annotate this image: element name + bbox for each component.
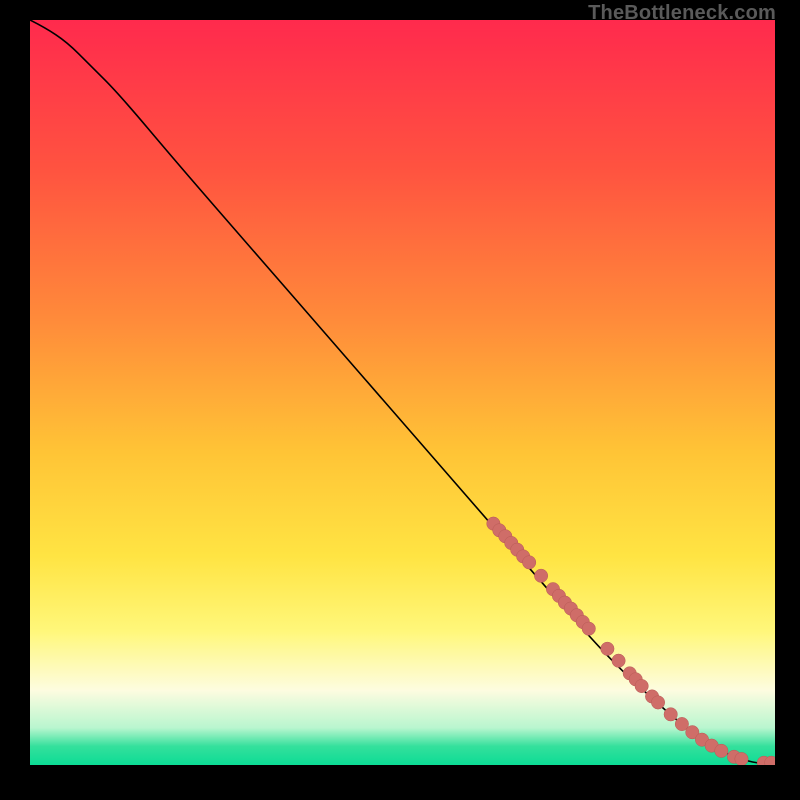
data-marker [635,679,648,692]
chart-plot-area [30,20,775,765]
chart-stage: TheBottleneck.com [0,0,800,800]
data-marker [601,642,614,655]
data-marker [735,752,748,765]
data-marker [612,654,625,667]
data-marker [534,569,547,582]
data-marker [582,622,595,635]
data-marker [715,744,728,757]
data-marker [522,556,535,569]
data-marker [651,696,664,709]
data-marker [664,708,677,721]
gradient-background [30,20,775,765]
chart-svg [30,20,775,765]
